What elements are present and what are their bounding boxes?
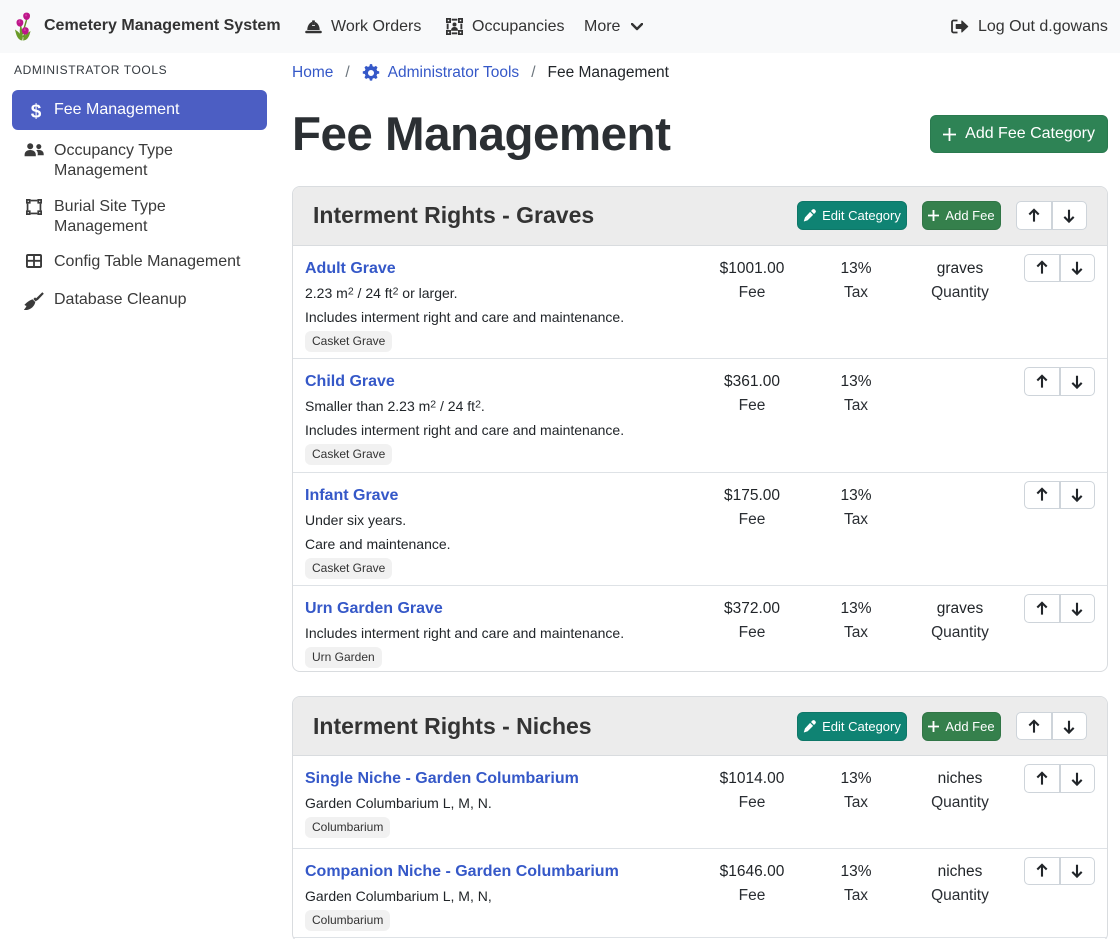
svg-text:$: $ bbox=[31, 102, 42, 121]
